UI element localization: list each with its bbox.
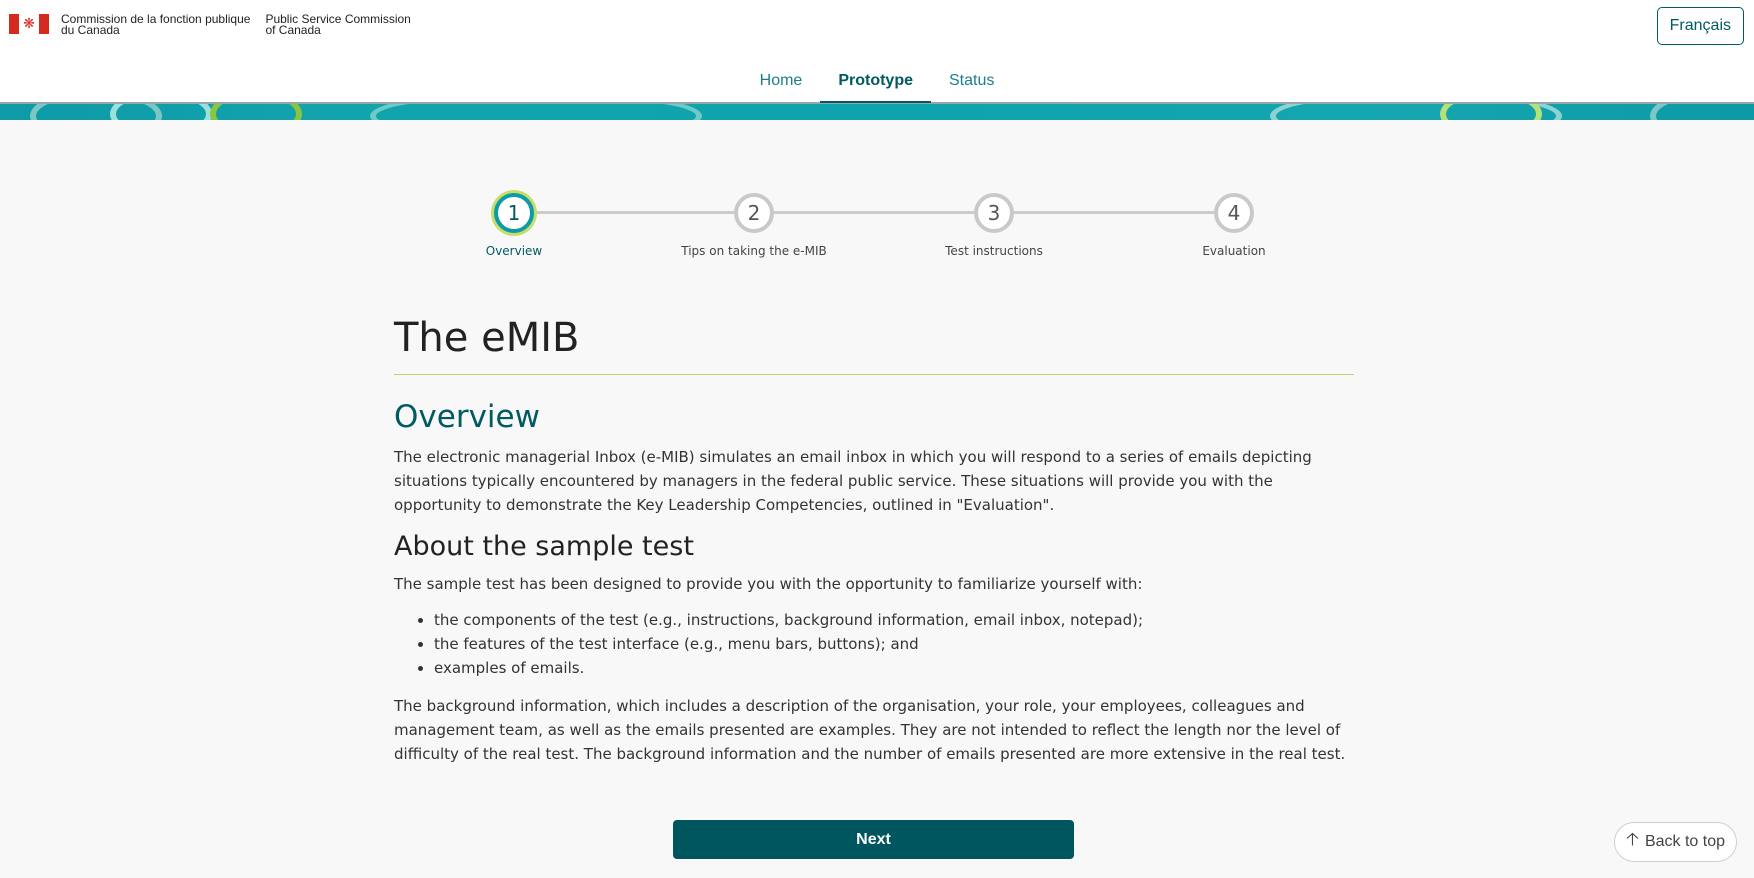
- page-title: The eMIB: [394, 310, 1354, 375]
- step-label: Test instructions: [945, 244, 1043, 258]
- canada-flag-icon: ❋: [9, 14, 49, 34]
- tab-prototype[interactable]: Prototype: [820, 64, 931, 103]
- step-label: Evaluation: [1202, 244, 1266, 258]
- stepper-track: [514, 211, 1230, 214]
- arrow-up-icon: 🡡: [1626, 829, 1639, 849]
- overview-text: The electronic managerial Inbox (e-MIB) …: [394, 448, 1312, 514]
- main-content: The eMIB Overview The electronic manager…: [394, 310, 1354, 766]
- back-to-top-button[interactable]: 🡡 Back to top: [1614, 822, 1737, 862]
- sample-test-list: the components of the test (e.g., instru…: [394, 608, 1354, 680]
- org-name-fr: Commission de la fonction publique du Ca…: [61, 12, 251, 37]
- step-overview[interactable]: 1 Overview: [424, 193, 604, 258]
- progress-stepper: 1 Overview 2 Tips on taking the e-MIB 3 …: [486, 193, 1266, 263]
- step-number: 1: [494, 193, 534, 233]
- step-number: 3: [974, 193, 1014, 233]
- step-number: 4: [1214, 193, 1254, 233]
- list-item: the features of the test interface (e.g.…: [434, 632, 1354, 656]
- step-evaluation[interactable]: 4 Evaluation: [1144, 193, 1324, 258]
- brand[interactable]: ❋ Commission de la fonction publique du …: [9, 12, 411, 37]
- list-item: the components of the test (e.g., instru…: [434, 608, 1354, 632]
- back-to-top-label: Back to top: [1644, 833, 1725, 850]
- decorative-banner: [0, 104, 1754, 120]
- main-nav: Home Prototype Status: [0, 64, 1754, 103]
- org-name-en: Public Service Commission of Canada: [265, 12, 411, 37]
- sample-test-intro: The sample test has been designed to pro…: [394, 575, 1143, 593]
- next-button[interactable]: Next: [673, 820, 1074, 859]
- overview-heading: Overview: [394, 399, 540, 435]
- step-number: 2: [734, 193, 774, 233]
- site-header: ❋ Commission de la fonction publique du …: [0, 0, 1754, 104]
- tab-home[interactable]: Home: [742, 64, 821, 103]
- background-text: The background information, which includ…: [394, 697, 1346, 763]
- sample-test-heading: About the sample test: [394, 531, 694, 562]
- step-tips[interactable]: 2 Tips on taking the e-MIB: [664, 193, 844, 258]
- step-label: Overview: [485, 244, 543, 258]
- tab-status[interactable]: Status: [931, 64, 1012, 103]
- step-label: Tips on taking the e-MIB: [681, 244, 827, 258]
- language-toggle-button[interactable]: Français: [1656, 7, 1744, 45]
- step-test-instructions[interactable]: 3 Test instructions: [904, 193, 1084, 258]
- list-item: examples of emails.: [434, 656, 1354, 680]
